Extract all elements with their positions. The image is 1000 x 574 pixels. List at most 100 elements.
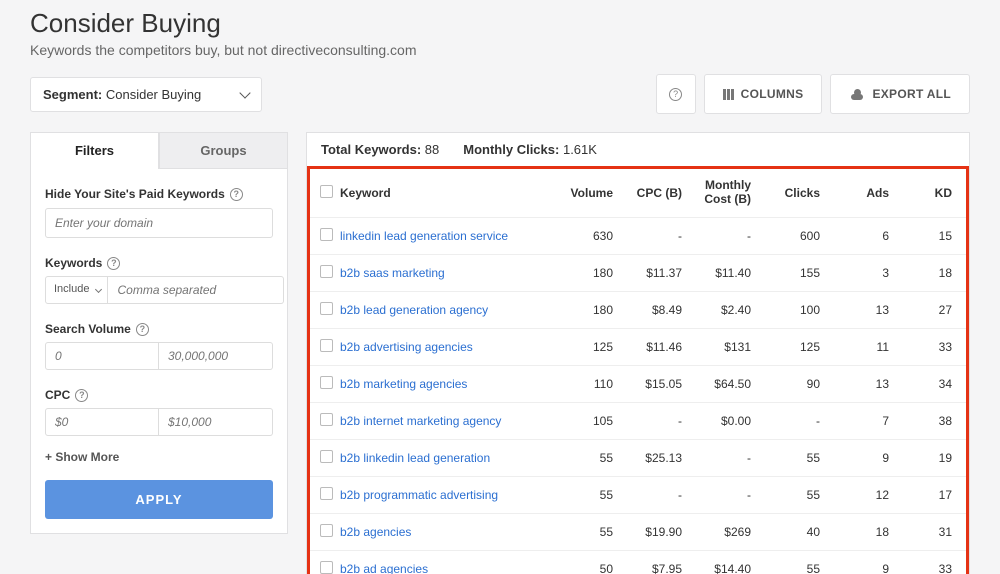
columns-button[interactable]: COLUMNS (704, 74, 823, 114)
cell-clicks: 600 (759, 217, 828, 254)
row-checkbox[interactable] (320, 450, 333, 463)
row-checkbox[interactable] (320, 302, 333, 315)
row-checkbox[interactable] (320, 487, 333, 500)
row-checkbox[interactable] (320, 413, 333, 426)
cell-monthly: $131 (690, 328, 759, 365)
cell-monthly: - (690, 476, 759, 513)
cell-cpc: $8.49 (621, 291, 690, 328)
select-all-checkbox[interactable] (320, 185, 333, 198)
cell-volume: 180 (552, 254, 621, 291)
col-cpc[interactable]: CPC (B) (621, 169, 690, 217)
include-select[interactable]: Include (45, 276, 108, 304)
keywords-table: Keyword Volume CPC (B) MonthlyCost (B) C… (310, 169, 966, 574)
cell-monthly: $14.40 (690, 550, 759, 574)
sv-min-input[interactable] (45, 342, 159, 370)
cloud-icon (849, 89, 865, 100)
hide-keywords-label: Hide Your Site's Paid Keywords ? (45, 187, 273, 201)
keyword-link[interactable]: b2b marketing agencies (340, 377, 467, 391)
total-keywords-label: Total Keywords: (321, 142, 421, 157)
row-checkbox[interactable] (320, 524, 333, 537)
sv-max-input[interactable] (159, 342, 273, 370)
cell-clicks: 155 (759, 254, 828, 291)
cell-monthly: $11.40 (690, 254, 759, 291)
cell-clicks: 55 (759, 439, 828, 476)
cell-cpc: $11.46 (621, 328, 690, 365)
cell-ads: 11 (828, 328, 897, 365)
export-all-button[interactable]: EXPORT ALL (830, 74, 970, 114)
cell-clicks: 40 (759, 513, 828, 550)
col-clicks[interactable]: Clicks (759, 169, 828, 217)
apply-button[interactable]: APPLY (45, 480, 273, 519)
cell-volume: 55 (552, 476, 621, 513)
cell-ads: 12 (828, 476, 897, 513)
cell-kd: 31 (897, 513, 966, 550)
keyword-link[interactable]: b2b internet marketing agency (340, 414, 501, 428)
col-volume[interactable]: Volume (552, 169, 621, 217)
table-row: b2b lead generation agency180$8.49$2.401… (310, 291, 966, 328)
row-checkbox[interactable] (320, 228, 333, 241)
segment-dropdown[interactable]: Segment: Consider Buying (30, 77, 262, 112)
page-title: Consider Buying (30, 8, 970, 39)
cell-ads: 3 (828, 254, 897, 291)
search-volume-label: Search Volume? (45, 322, 273, 336)
cell-ads: 9 (828, 550, 897, 574)
cell-kd: 18 (897, 254, 966, 291)
help-button[interactable]: ? (656, 74, 696, 114)
table-row: b2b marketing agencies110$15.05$64.50901… (310, 365, 966, 402)
cpc-max-input[interactable] (159, 408, 273, 436)
cell-ads: 7 (828, 402, 897, 439)
col-kd[interactable]: KD (897, 169, 966, 217)
total-keywords-value: 88 (425, 142, 439, 157)
cell-kd: 33 (897, 328, 966, 365)
col-keyword[interactable]: Keyword (332, 169, 552, 217)
segment-value: Consider Buying (106, 87, 201, 102)
show-more-link[interactable]: + Show More (45, 450, 273, 464)
cell-cpc: - (621, 476, 690, 513)
table-row: b2b saas marketing180$11.37$11.40155318 (310, 254, 966, 291)
question-icon: ? (230, 188, 243, 201)
cell-clicks: 100 (759, 291, 828, 328)
col-ads[interactable]: Ads (828, 169, 897, 217)
cell-kd: 38 (897, 402, 966, 439)
table-row: b2b agencies55$19.90$269401831 (310, 513, 966, 550)
cell-monthly: - (690, 217, 759, 254)
keyword-link[interactable]: b2b saas marketing (340, 266, 445, 280)
cell-volume: 125 (552, 328, 621, 365)
keyword-link[interactable]: b2b advertising agencies (340, 340, 473, 354)
cell-clicks: 90 (759, 365, 828, 402)
chevron-down-icon (239, 87, 250, 98)
keyword-link[interactable]: b2b agencies (340, 525, 411, 539)
col-monthly-cost[interactable]: MonthlyCost (B) (690, 169, 759, 217)
cell-kd: 33 (897, 550, 966, 574)
question-icon: ? (136, 323, 149, 336)
cell-monthly: $0.00 (690, 402, 759, 439)
row-checkbox[interactable] (320, 376, 333, 389)
monthly-clicks-value: 1.61K (563, 142, 597, 157)
cpc-label: CPC? (45, 388, 273, 402)
cell-volume: 110 (552, 365, 621, 402)
keyword-link[interactable]: b2b ad agencies (340, 562, 428, 574)
cell-ads: 9 (828, 439, 897, 476)
export-label: EXPORT ALL (872, 87, 951, 101)
monthly-clicks-label: Monthly Clicks: (463, 142, 559, 157)
tab-groups[interactable]: Groups (159, 132, 288, 169)
cell-volume: 50 (552, 550, 621, 574)
cell-cpc: $15.05 (621, 365, 690, 402)
table-row: b2b ad agencies50$7.95$14.4055933 (310, 550, 966, 574)
keyword-link[interactable]: b2b lead generation agency (340, 303, 488, 317)
domain-input[interactable] (45, 208, 273, 238)
row-checkbox[interactable] (320, 265, 333, 278)
cell-clicks: - (759, 402, 828, 439)
keyword-link[interactable]: b2b programmatic advertising (340, 488, 498, 502)
row-checkbox[interactable] (320, 561, 333, 574)
keyword-link[interactable]: b2b linkedin lead generation (340, 451, 490, 465)
cell-clicks: 55 (759, 550, 828, 574)
keyword-link[interactable]: linkedin lead generation service (340, 229, 508, 243)
row-checkbox[interactable] (320, 339, 333, 352)
cell-kd: 34 (897, 365, 966, 402)
keywords-input[interactable] (108, 276, 284, 304)
segment-label: Segment: (43, 87, 102, 102)
tab-filters[interactable]: Filters (30, 132, 159, 169)
columns-label: COLUMNS (741, 87, 804, 101)
cpc-min-input[interactable] (45, 408, 159, 436)
